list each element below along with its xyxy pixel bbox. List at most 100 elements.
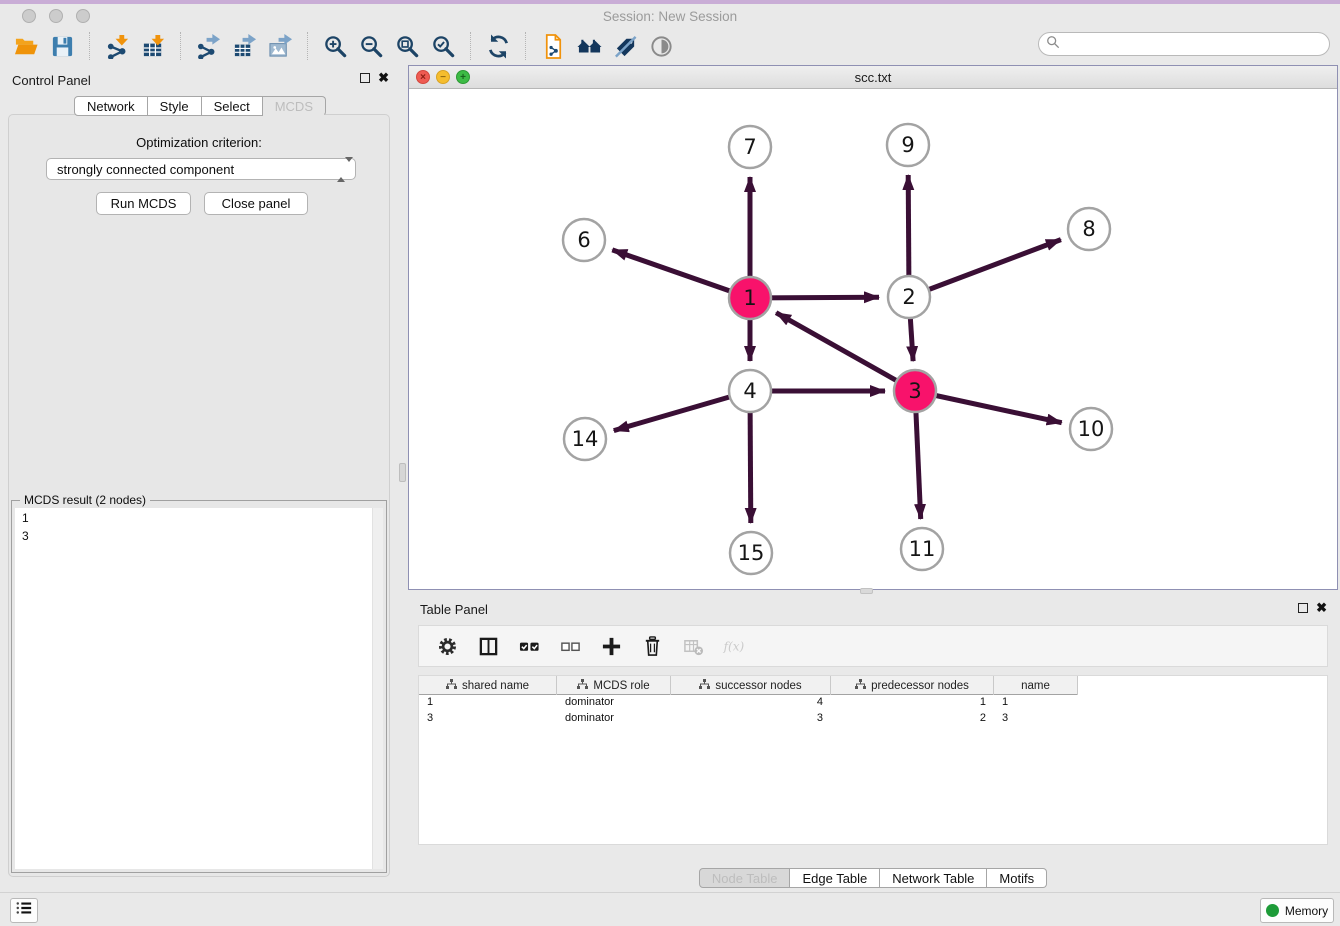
export-image-icon[interactable]: [265, 32, 295, 60]
toolbar-separator: [89, 32, 90, 60]
graph-edge-3-10[interactable]: [915, 391, 1062, 423]
search-icon: [1046, 35, 1060, 54]
table-row[interactable]: 1dominator411: [419, 695, 1327, 711]
zoom-fit-icon[interactable]: [392, 32, 422, 60]
close-panel-button[interactable]: Close panel: [204, 192, 308, 215]
column-header-name[interactable]: name: [994, 676, 1078, 695]
column-header-successor-nodes[interactable]: successor nodes: [671, 676, 831, 695]
list-icon: [14, 900, 34, 921]
criterion-select[interactable]: strongly connected component: [46, 158, 356, 180]
app-window: Session: New Session Control Panel ✖ Net…: [0, 0, 1340, 926]
zoom-in-icon[interactable]: [320, 32, 350, 60]
table-cell[interactable]: 3: [994, 711, 1078, 727]
column-header-MCDS-role[interactable]: MCDS role: [557, 676, 671, 695]
graph-node-label-14: 14: [572, 427, 599, 451]
import-network-icon[interactable]: [102, 32, 132, 60]
tab-edge-table[interactable]: Edge Table: [790, 868, 880, 888]
table-row[interactable]: 3dominator323: [419, 711, 1327, 727]
deselect-all-icon[interactable]: [558, 634, 582, 658]
tree-icon: [446, 679, 457, 692]
tab-motifs[interactable]: Motifs: [987, 868, 1047, 888]
column-header-predecessor-nodes[interactable]: predecessor nodes: [831, 676, 994, 695]
mcds-result-group: MCDS result (2 nodes) 1 3: [11, 500, 387, 873]
run-mcds-button[interactable]: Run MCDS: [96, 192, 191, 215]
table-toolbar: f(x): [418, 625, 1328, 667]
table-tabs: Node TableEdge TableNetwork TableMotifs: [408, 868, 1338, 888]
control-panel-tabs: NetworkStyleSelectMCDS: [0, 96, 400, 116]
search-box[interactable]: [1038, 32, 1330, 56]
graph-node-label-10: 10: [1078, 417, 1105, 441]
graph-edge-3-1[interactable]: [776, 313, 915, 391]
tab-mcds[interactable]: MCDS: [263, 96, 326, 116]
tab-network-table[interactable]: Network Table: [880, 868, 987, 888]
import-table-icon[interactable]: [138, 32, 168, 60]
network-title: scc.txt: [409, 70, 1337, 85]
export-network-icon[interactable]: [193, 32, 223, 60]
vertical-splitter-handle[interactable]: [399, 463, 406, 482]
table-panel: Table Panel ✖ f(x) shared nameMCDS roles…: [408, 595, 1338, 886]
node-table: shared nameMCDS role successor nodes prede…: [418, 675, 1328, 845]
mcds-result-box[interactable]: 1 3: [15, 508, 383, 869]
graph-edge-2-8[interactable]: [909, 240, 1061, 297]
session-title: Session: New Session: [0, 9, 1340, 24]
tab-select[interactable]: Select: [202, 96, 263, 116]
zoom-selected-icon[interactable]: [428, 32, 458, 60]
network-titlebar: × − + scc.txt: [409, 66, 1337, 89]
table-close-icon[interactable]: ✖: [1316, 602, 1327, 614]
function-builder-icon: f(x): [722, 634, 746, 658]
graph-node-label-8: 8: [1082, 217, 1095, 241]
table-cell[interactable]: 3: [419, 711, 557, 727]
show-graphics-details-icon[interactable]: [646, 32, 676, 60]
network-canvas[interactable]: 7968124314101511: [409, 89, 1337, 589]
mcds-result-title: MCDS result (2 nodes): [20, 493, 150, 507]
search-input[interactable]: [1064, 37, 1314, 51]
export-table-icon[interactable]: [229, 32, 259, 60]
tab-style[interactable]: Style: [148, 96, 202, 116]
close-panel-icon[interactable]: ✖: [378, 72, 389, 84]
table-cell[interactable]: 1: [994, 695, 1078, 711]
new-network-from-file-icon[interactable]: [538, 32, 568, 60]
table-cell[interactable]: 3: [671, 711, 831, 727]
table-cell[interactable]: dominator: [557, 695, 671, 711]
column-header-shared-name[interactable]: shared name: [419, 676, 557, 695]
memory-button[interactable]: Memory: [1260, 898, 1334, 923]
table-cell[interactable]: 4: [671, 695, 831, 711]
create-column-icon[interactable]: [599, 634, 623, 658]
table-mode-gear-icon[interactable]: [435, 634, 459, 658]
graph-node-label-3: 3: [908, 379, 921, 403]
table-cell[interactable]: 1: [831, 695, 994, 711]
tree-icon: [577, 679, 588, 692]
tab-network[interactable]: Network: [74, 96, 148, 116]
table-header-row: shared nameMCDS role successor nodes prede…: [419, 676, 1078, 695]
float-panel-icon[interactable]: [360, 73, 370, 83]
memory-label: Memory: [1285, 904, 1328, 918]
delete-column-icon[interactable]: [640, 634, 664, 658]
home-icon[interactable]: [574, 32, 604, 60]
graph-node-label-1: 1: [743, 286, 756, 310]
save-session-icon[interactable]: [47, 32, 77, 60]
refresh-icon[interactable]: [483, 32, 513, 60]
delete-table-icon: [681, 634, 705, 658]
column-label: predecessor nodes: [871, 680, 969, 692]
graph-node-label-15: 15: [738, 541, 765, 565]
tab-node-table[interactable]: Node Table: [699, 868, 791, 888]
open-session-icon[interactable]: [11, 32, 41, 60]
table-cell[interactable]: 1: [419, 695, 557, 711]
select-all-icon[interactable]: [517, 634, 541, 658]
show-hide-columns-icon[interactable]: [476, 634, 500, 658]
task-history-button[interactable]: [10, 898, 38, 923]
hide-labels-icon[interactable]: [610, 32, 640, 60]
graph-node-label-7: 7: [743, 135, 756, 159]
zoom-out-icon[interactable]: [356, 32, 386, 60]
table-cell[interactable]: 2: [831, 711, 994, 727]
result-scrollbar[interactable]: [372, 508, 383, 869]
table-cell[interactable]: dominator: [557, 711, 671, 727]
column-label: successor nodes: [715, 680, 801, 692]
table-float-icon[interactable]: [1298, 603, 1308, 613]
graph-node-label-6: 6: [577, 228, 590, 252]
optimization-criterion-label: Optimization criterion:: [9, 135, 389, 150]
horizontal-splitter-handle[interactable]: [860, 588, 873, 594]
mcds-panel: Optimization criterion: strongly connect…: [8, 114, 390, 877]
main-titlebar: Session: New Session: [0, 4, 1340, 28]
mcds-result-values: 1 3: [22, 510, 29, 545]
